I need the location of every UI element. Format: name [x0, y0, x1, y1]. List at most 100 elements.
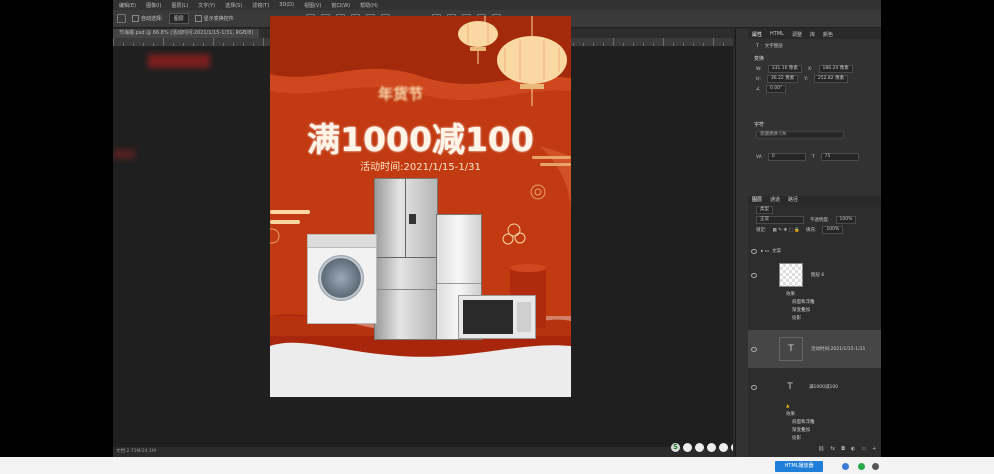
show-transform-label: 显示变换控件: [203, 16, 234, 22]
tray-icon[interactable]: [707, 443, 716, 452]
layer-row[interactable]: 图层 6: [748, 260, 881, 290]
tray-icon[interactable]: [842, 463, 849, 470]
menu-bar: 编辑(E) 图像(I) 图层(L) 文字(Y) 选择(S) 滤镜(T) 3D(D…: [113, 0, 881, 10]
effect-row[interactable]: 渐变叠加: [748, 426, 881, 434]
menu-view[interactable]: 视图(V): [304, 2, 321, 9]
mask-icon[interactable]: ◘: [841, 446, 845, 452]
width-label: W:: [756, 66, 762, 72]
tab-adjustments[interactable]: 调整: [792, 31, 802, 38]
effect-row[interactable]: 效果: [748, 410, 881, 418]
poster-headline: 满1000减100: [307, 120, 534, 159]
tab-channels[interactable]: 通道: [770, 196, 780, 205]
y-label: Y:: [804, 76, 808, 82]
refrigerator-image: [374, 178, 438, 340]
menu-select[interactable]: 选择(S): [225, 2, 242, 9]
ruler-tick: [133, 43, 134, 46]
status-bar: 文档:2.75M/24.1M: [113, 447, 733, 457]
character-title[interactable]: 字符: [748, 121, 881, 130]
fill-field[interactable]: 100%: [822, 226, 844, 234]
effect-name: 投影: [792, 436, 801, 441]
wifi-icon[interactable]: [858, 463, 865, 470]
effect-row[interactable]: 渐变叠加: [748, 306, 881, 314]
document-tab[interactable]: 节海报.psd @ 66.8% (活动时间:2021/1/15-1/31, RG…: [113, 29, 260, 38]
visibility-eye-icon[interactable]: [751, 346, 757, 352]
ruler-tick: [223, 43, 224, 46]
ruler-tick: [723, 43, 724, 46]
adjustment-icon[interactable]: ◐: [851, 446, 855, 452]
show-transform-checkbox[interactable]: 显示变换控件: [194, 15, 234, 22]
x-field[interactable]: 186.24 像素: [818, 65, 853, 73]
properties-panel: 属性 HTML 调整 库 颜色 T 文字图层 变换 W: 331.16 像素 X: 1…: [735, 29, 881, 457]
tab-html[interactable]: HTML: [770, 31, 784, 37]
effect-row[interactable]: 斜面和浮雕: [748, 298, 881, 306]
menu-3d[interactable]: 3D(D): [279, 2, 294, 8]
menu-window[interactable]: 窗口(W): [331, 2, 350, 9]
effect-row[interactable]: 投影: [748, 434, 881, 442]
menu-type[interactable]: 文字(Y): [198, 2, 215, 9]
auto-select-label: 自动选择:: [141, 16, 163, 22]
ruler-tick: [263, 38, 264, 46]
new-group-icon[interactable]: ▭: [861, 446, 866, 452]
blurred-overlay: [148, 54, 210, 68]
tab-properties[interactable]: 属性: [752, 31, 762, 38]
poster-artboard[interactable]: 年货节 满1000减100 活动时间:2021/1/15-1/31: [270, 16, 571, 397]
layer-group[interactable]: ▸ ▭ 文案: [748, 244, 881, 258]
transform-title[interactable]: 变换: [748, 55, 881, 64]
move-tool-icon[interactable]: [117, 14, 126, 23]
visibility-eye-icon[interactable]: [751, 384, 757, 390]
input-method-icon[interactable]: S: [671, 443, 680, 452]
menu-help[interactable]: 帮助(H): [360, 2, 378, 9]
height-field[interactable]: 36.22 像素: [766, 75, 799, 83]
new-layer-icon[interactable]: +: [872, 446, 876, 452]
transform-section: 变换 W: 331.16 像素 X: 186.24 像素 H: 36.22 像素 Y:…: [748, 55, 881, 94]
screen: 编辑(E) 图像(I) 图层(L) 文字(Y) 选择(S) 滤镜(T) 3D(D…: [0, 0, 994, 474]
angle-field[interactable]: 0.00°: [766, 85, 787, 93]
opacity-field[interactable]: 100%: [835, 216, 857, 224]
tray-icon[interactable]: [695, 443, 704, 452]
tracking-field[interactable]: 0: [767, 153, 806, 161]
layer-kind: T 文字图层: [748, 41, 881, 51]
effect-name: 渐变叠加: [792, 428, 810, 433]
floating-toolbar: S: [671, 443, 740, 452]
layer-row-selected[interactable]: T 活动时间:2021/1/15-1/31: [748, 330, 881, 368]
y-field[interactable]: 252.82 像素: [813, 75, 849, 83]
font-family-field[interactable]: 思源黑体 CN: [756, 131, 844, 139]
menu-image[interactable]: 图像(I): [146, 2, 161, 9]
ruler-tick: [613, 38, 614, 46]
auto-select-dropdown[interactable]: 图层: [168, 13, 189, 24]
visibility-eye-icon[interactable]: [751, 248, 757, 254]
ruler-tick: [203, 43, 204, 46]
menu-filter[interactable]: 滤镜(T): [252, 2, 269, 9]
menu-edit[interactable]: 编辑(E): [119, 2, 136, 9]
effects-label: 效果: [786, 292, 795, 297]
blend-mode-select[interactable]: 正常: [756, 216, 804, 224]
ruler-tick: [213, 38, 214, 46]
visibility-eye-icon[interactable]: [751, 272, 757, 278]
layer-row[interactable]: T 满1000减100: [748, 372, 881, 402]
taskbar-active-app[interactable]: HTML播放器: [775, 461, 823, 472]
opacity-label: 不透明度:: [810, 218, 830, 223]
width-field[interactable]: 331.16 像素: [767, 65, 802, 73]
tray-icon[interactable]: [683, 443, 692, 452]
tray-icon[interactable]: [719, 443, 728, 452]
effect-row[interactable]: 投影: [748, 314, 881, 322]
tab-color[interactable]: 颜色: [823, 31, 833, 38]
tray-icon[interactable]: [872, 463, 879, 470]
effect-name: 渐变叠加: [792, 308, 810, 313]
link-icon[interactable]: ⛓: [818, 446, 824, 452]
menu-layer[interactable]: 图层(L): [171, 2, 188, 9]
brand-logo-text: 年货节: [378, 85, 424, 103]
effect-row[interactable]: 效果: [748, 290, 881, 298]
font-size-field[interactable]: 75: [820, 153, 859, 161]
fx-icon[interactable]: fx: [830, 446, 835, 452]
layer-filter-kind[interactable]: 类型: [756, 206, 773, 214]
tab-layers[interactable]: 图层: [752, 196, 762, 205]
height-label: H:: [756, 76, 761, 82]
tab-paths[interactable]: 路径: [788, 196, 798, 205]
ruler-tick: [173, 43, 174, 46]
tab-libraries[interactable]: 库: [810, 31, 815, 38]
ruler-tick: [113, 38, 114, 46]
effect-row[interactable]: 斜面和浮雕: [748, 418, 881, 426]
lock-icons[interactable]: ▦ ✎ ✥ ⬚ 🔒: [773, 228, 800, 233]
auto-select-checkbox[interactable]: 自动选择:: [132, 15, 163, 22]
